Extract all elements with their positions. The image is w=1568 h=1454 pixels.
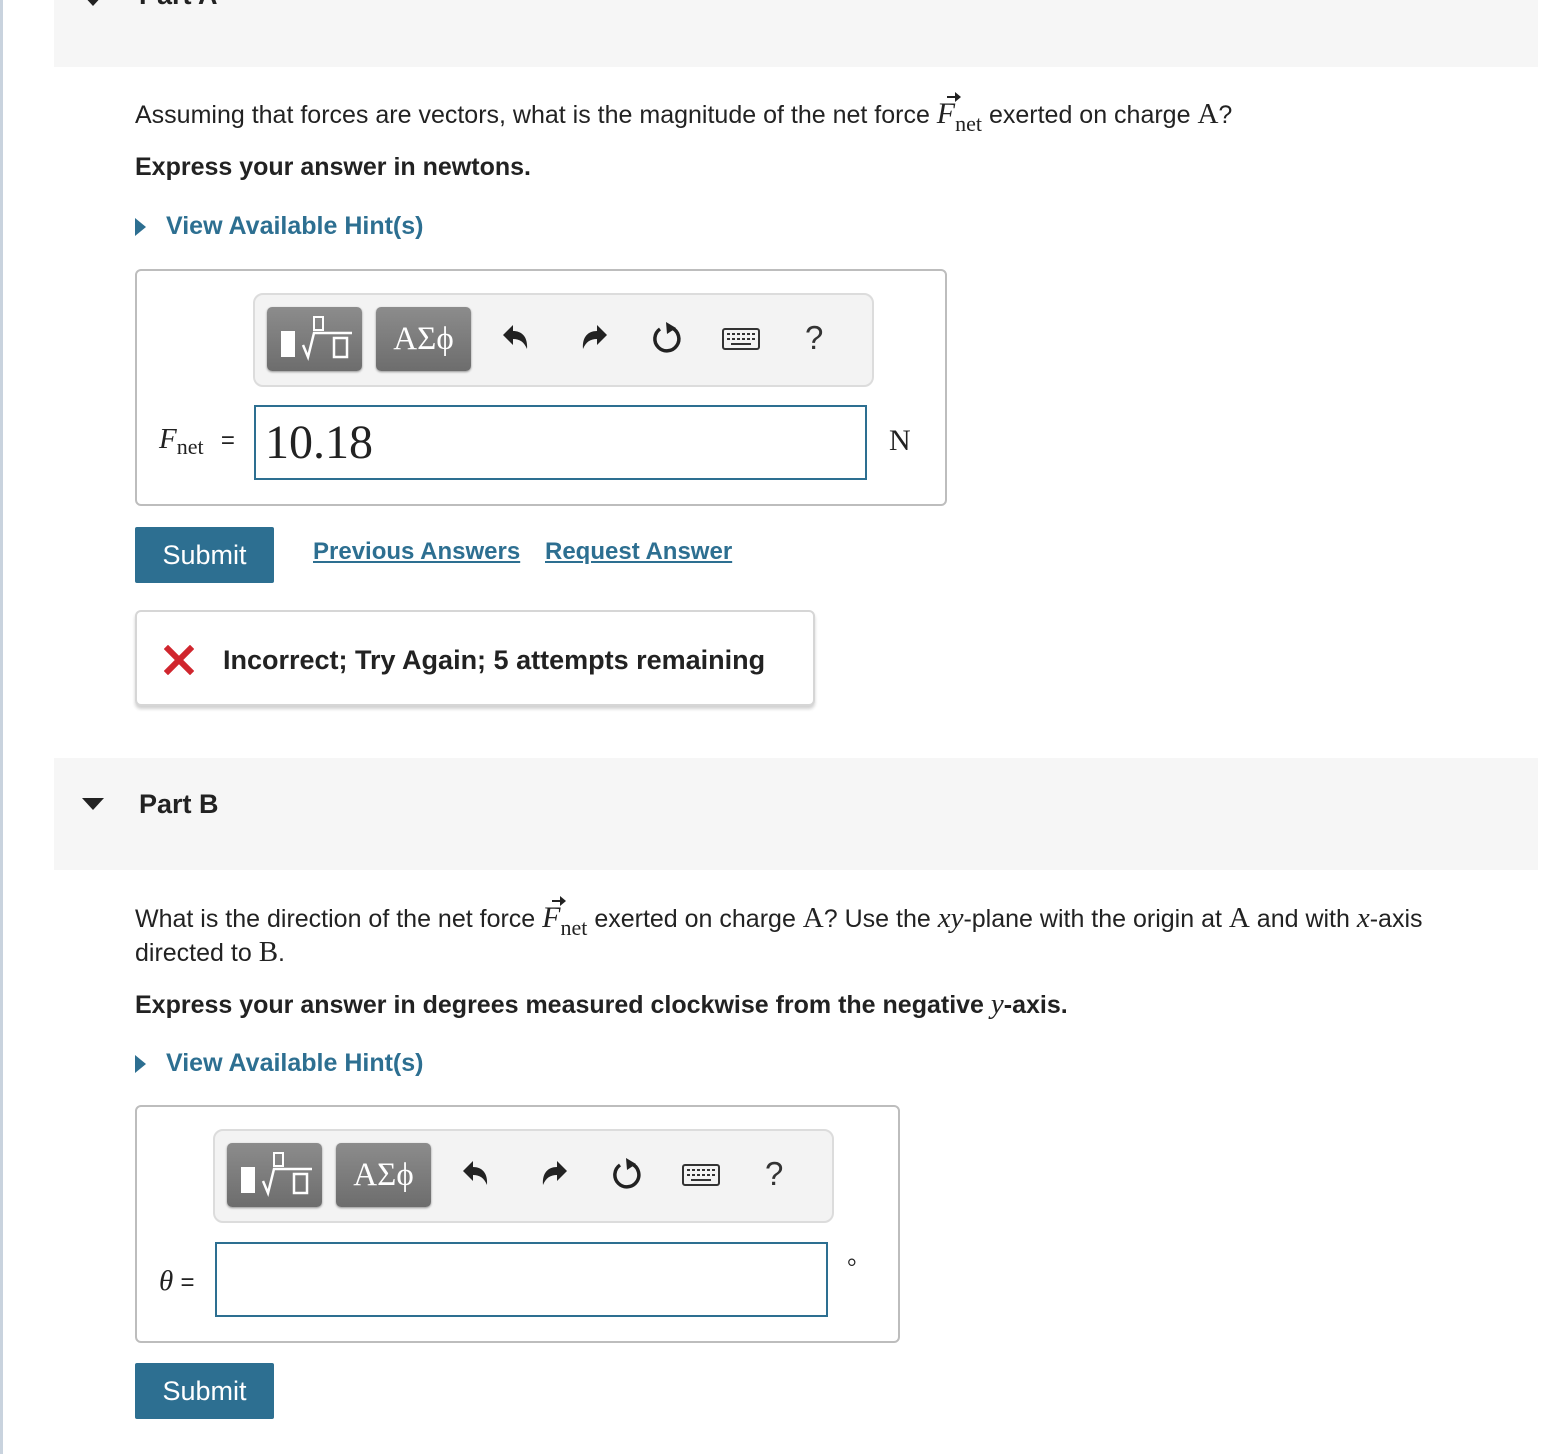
undo-icon[interactable] [455,1155,495,1195]
part-b-question: What is the direction of the net force F… [135,896,1423,968]
answer-label: θ = [159,1265,195,1297]
math-toolbar: ΑΣϕ ? [253,293,874,387]
templates-icon [281,316,352,361]
redo-icon[interactable] [575,319,615,359]
submit-button[interactable]: Submit [135,1363,274,1419]
part-b-answer-box: ΑΣϕ ? θ = ° [135,1105,900,1343]
force-vector-symbol: F [936,92,962,130]
help-icon[interactable]: ? [765,1155,783,1193]
expand-triangle-icon [135,1055,146,1073]
part-a-header[interactable]: Part A [54,0,1538,67]
answer-value: 10.18 [265,416,373,469]
previous-answers-link[interactable]: Previous Answers [313,538,520,566]
answer-label: Fnet = [159,423,235,459]
undo-icon[interactable] [495,319,535,359]
part-a-hint-link[interactable]: View Available Hint(s) [135,212,423,241]
incorrect-icon [164,645,194,675]
greek-symbols-button[interactable]: ΑΣϕ [376,307,471,371]
feedback-box: Incorrect; Try Again; 5 attempts remaini… [135,610,815,706]
part-a-title: Part A [139,0,218,11]
submit-button[interactable]: Submit [135,527,274,583]
left-border [0,0,3,1454]
answer-input[interactable]: 10.18 [254,405,867,480]
redo-icon[interactable] [535,1155,575,1195]
keyboard-icon[interactable] [720,319,762,359]
part-a-answer-box: ΑΣϕ ? Fnet = 10.18 N [135,269,947,506]
keyboard-icon[interactable] [680,1155,722,1195]
reset-icon[interactable] [607,1155,647,1195]
collapse-triangle-icon[interactable] [82,798,104,810]
degree-unit-label: ° [847,1255,857,1281]
part-b-title: Part B [139,789,219,819]
templates-button[interactable] [227,1143,322,1207]
expand-triangle-icon [135,218,146,236]
force-vector-symbol: F [542,896,567,934]
collapse-triangle-icon[interactable] [82,0,104,6]
greek-symbols-button[interactable]: ΑΣϕ [336,1143,431,1207]
templates-icon [241,1152,312,1197]
request-answer-link[interactable]: Request Answer [545,538,732,566]
templates-button[interactable] [267,307,362,371]
unit-label: N [889,424,911,457]
part-b-instruction: Express your answer in degrees measured … [135,988,1068,1020]
reset-icon[interactable] [647,319,687,359]
part-b-header[interactable]: Part B [54,758,1538,870]
help-icon[interactable]: ? [805,319,823,357]
angle-input[interactable] [215,1242,828,1317]
feedback-text: Incorrect; Try Again; 5 attempts remaini… [223,645,766,675]
math-toolbar: ΑΣϕ ? [213,1129,834,1223]
part-a-instruction: Express your answer in newtons. [135,153,531,181]
part-b-hint-link[interactable]: View Available Hint(s) [135,1049,423,1078]
part-a-question: Assuming that forces are vectors, what i… [135,92,1233,136]
